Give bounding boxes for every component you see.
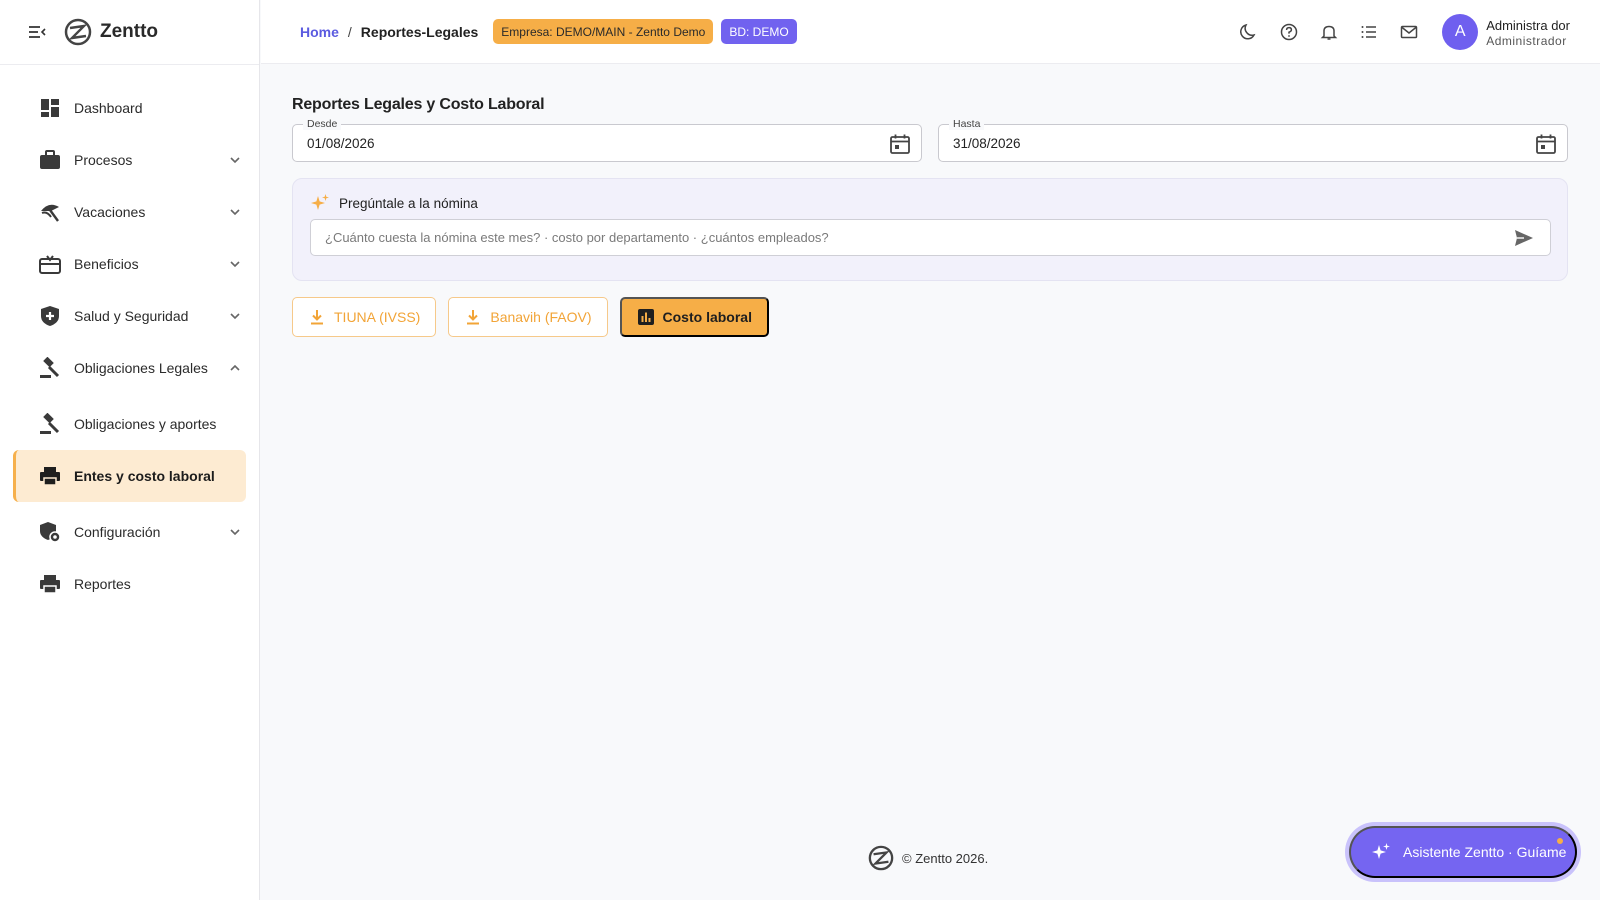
brand-bar: Zentto bbox=[0, 0, 259, 65]
date-from-label: Desde bbox=[303, 118, 342, 130]
ask-title: Pregúntale a la nómina bbox=[339, 195, 478, 211]
date-from-field[interactable]: Desde 01/08/2026 bbox=[292, 118, 922, 162]
printer-icon bbox=[39, 465, 61, 487]
button-label: TIUNA (IVSS) bbox=[334, 309, 421, 325]
sidebar-item-salud-seguridad[interactable]: Salud y Seguridad bbox=[13, 290, 246, 342]
dark-mode-icon[interactable] bbox=[1238, 21, 1260, 43]
costo-laboral-button[interactable]: Costo laboral bbox=[619, 297, 769, 337]
date-to-value[interactable]: 31/08/2026 bbox=[953, 136, 1021, 151]
download-icon bbox=[464, 308, 482, 326]
calendar-icon[interactable] bbox=[889, 133, 911, 155]
footer-copyright: © Zentto 2026. bbox=[902, 850, 989, 866]
printer-icon bbox=[39, 573, 61, 595]
sidebar-item-entes-costo-laboral[interactable]: Entes y costo laboral bbox=[13, 450, 246, 502]
sidebar-item-obligaciones-legales[interactable]: Obligaciones Legales bbox=[13, 342, 246, 394]
date-to-field[interactable]: Hasta 31/08/2026 bbox=[938, 118, 1568, 162]
footer: © Zentto 2026. bbox=[868, 845, 988, 871]
date-range: Desde 01/08/2026 Hasta 31/08/2026 bbox=[292, 118, 1568, 162]
db-badge: BD: DEMO bbox=[721, 19, 797, 44]
avatar[interactable]: A bbox=[1442, 14, 1479, 50]
sidebar-item-label: Reportes bbox=[74, 576, 131, 592]
topbar: Home / Reportes-Legales Empresa: DEMO/MA… bbox=[261, 0, 1600, 64]
download-icon bbox=[308, 308, 326, 326]
sidebar-item-label: Dashboard bbox=[74, 100, 143, 116]
user-menu[interactable]: A Administra dor Administrador bbox=[1442, 14, 1570, 50]
list-icon[interactable] bbox=[1358, 21, 1380, 43]
chevron-down-icon bbox=[228, 257, 242, 271]
help-icon[interactable] bbox=[1278, 21, 1300, 43]
banavih-download-button[interactable]: Banavih (FAOV) bbox=[448, 297, 608, 337]
date-from-value[interactable]: 01/08/2026 bbox=[307, 136, 375, 151]
dashboard-icon bbox=[39, 97, 61, 119]
sidebar-item-beneficios[interactable]: Beneficios bbox=[13, 238, 246, 290]
sidebar-item-configuracion[interactable]: Configuración bbox=[13, 506, 246, 558]
sidebar-item-label: Vacaciones bbox=[74, 204, 146, 220]
sidebar-item-vacaciones[interactable]: Vacaciones bbox=[13, 186, 246, 238]
gavel-icon bbox=[39, 413, 61, 435]
chevron-down-icon bbox=[228, 309, 242, 323]
sidebar-item-label: Obligaciones y aportes bbox=[74, 416, 217, 432]
notification-dot bbox=[1557, 838, 1563, 844]
button-label: Banavih (FAOV) bbox=[490, 309, 592, 325]
report-actions: TIUNA (IVSS) Banavih (FAOV) Costo labora… bbox=[292, 297, 1568, 337]
assistant-button[interactable]: Asistente Zentto · Guíame bbox=[1349, 826, 1577, 878]
breadcrumb-separator: / bbox=[347, 23, 352, 40]
sidebar-item-label: Procesos bbox=[74, 152, 133, 168]
sidebar-item-label: Obligaciones Legales bbox=[74, 360, 208, 376]
button-label: Costo laboral bbox=[662, 309, 752, 325]
mail-icon[interactable] bbox=[1398, 21, 1420, 43]
chevron-up-icon bbox=[228, 361, 242, 375]
topbar-actions bbox=[1238, 21, 1420, 43]
admin-settings-icon bbox=[39, 521, 61, 543]
bar-chart-icon bbox=[637, 308, 655, 326]
sidebar-item-label: Configuración bbox=[74, 524, 161, 540]
sidebar-item-label: Beneficios bbox=[74, 256, 139, 272]
shield-plus-icon bbox=[39, 305, 61, 327]
zentto-logo-icon bbox=[868, 845, 894, 871]
menu-collapse-icon[interactable] bbox=[28, 25, 46, 39]
zentto-logo-icon bbox=[64, 18, 92, 46]
calendar-icon[interactable] bbox=[1535, 133, 1557, 155]
breadcrumb: Home / Reportes-Legales bbox=[300, 24, 478, 40]
gift-card-icon bbox=[39, 253, 61, 275]
page-title: Reportes Legales y Costo Laboral bbox=[292, 96, 545, 113]
sidebar-item-procesos[interactable]: Procesos bbox=[13, 134, 246, 186]
chevron-down-icon bbox=[228, 205, 242, 219]
company-badge: Empresa: DEMO/MAIN - Zentto Demo bbox=[493, 19, 714, 44]
send-icon[interactable] bbox=[1514, 229, 1534, 247]
gavel-icon bbox=[39, 357, 61, 379]
sidebar-item-label: Entes y costo laboral bbox=[74, 468, 215, 484]
date-to-label: Hasta bbox=[949, 118, 985, 130]
main-content: Reportes Legales y Costo Laboral Desde 0… bbox=[292, 96, 1568, 337]
sparkles-icon bbox=[310, 193, 330, 213]
app-name: Zentto bbox=[100, 21, 159, 42]
ask-payroll-panel: Pregúntale a la nómina ¿Cuánto cuesta la… bbox=[292, 178, 1568, 281]
sidebar-item-obligaciones-aportes[interactable]: Obligaciones y aportes bbox=[13, 398, 246, 450]
sparkles-icon bbox=[1371, 842, 1391, 862]
briefcase-icon bbox=[39, 149, 61, 171]
sidebar: Zentto Dashboard Procesos Vacaciones Ben… bbox=[0, 0, 260, 900]
sidebar-item-reportes[interactable]: Reportes bbox=[13, 558, 246, 610]
tiuna-download-button[interactable]: TIUNA (IVSS) bbox=[292, 297, 437, 337]
breadcrumb-home-link[interactable]: Home bbox=[300, 24, 339, 40]
user-name: Administra dor bbox=[1486, 17, 1570, 33]
breadcrumb-current: Reportes-Legales bbox=[360, 23, 479, 40]
ask-placeholder: ¿Cuánto cuesta la nómina este mes? · cos… bbox=[325, 230, 829, 245]
sidebar-nav: Dashboard Procesos Vacaciones Beneficios… bbox=[0, 65, 259, 610]
assistant-label: Asistente Zentto · Guíame bbox=[1403, 844, 1567, 860]
bell-icon[interactable] bbox=[1318, 21, 1340, 43]
chevron-down-icon bbox=[228, 525, 242, 539]
sidebar-item-label: Salud y Seguridad bbox=[74, 308, 189, 324]
sidebar-item-dashboard[interactable]: Dashboard bbox=[13, 82, 246, 134]
beach-icon bbox=[39, 201, 61, 223]
ask-input[interactable]: ¿Cuánto cuesta la nómina este mes? · cos… bbox=[310, 219, 1551, 256]
chevron-down-icon bbox=[228, 153, 242, 167]
user-role: Administrador bbox=[1486, 33, 1567, 48]
